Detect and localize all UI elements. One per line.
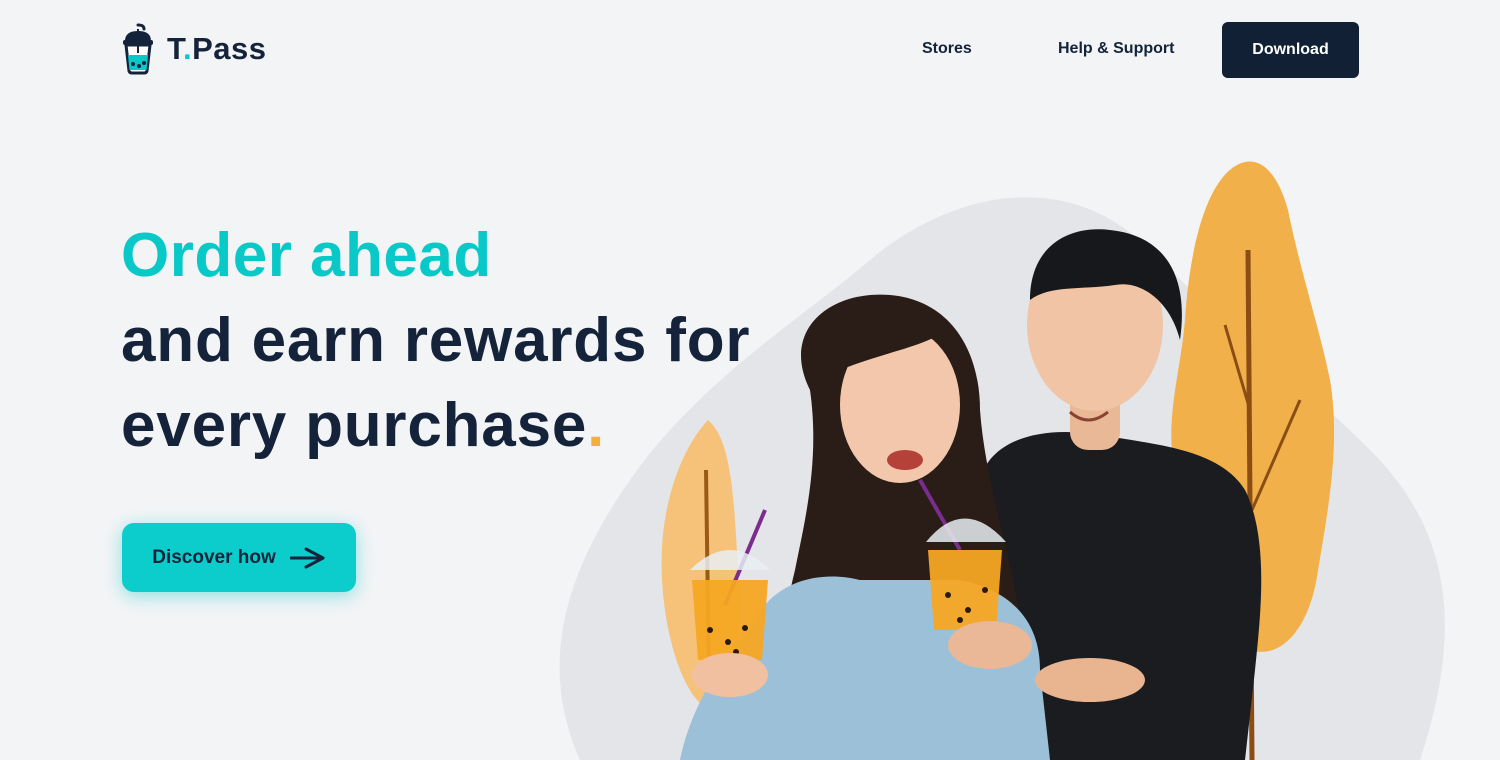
woman-hand: [692, 653, 768, 697]
headline-line-3-text: every purchase: [121, 391, 588, 460]
discover-how-button[interactable]: Discover how: [122, 523, 356, 592]
discover-how-label: Discover how: [152, 546, 276, 568]
download-button[interactable]: Download: [1222, 22, 1359, 78]
nav-stores-link[interactable]: Stores: [922, 40, 972, 58]
headline-line-3: every purchase.: [121, 390, 605, 461]
hero-illustration: [559, 161, 1445, 760]
bubble-tea-cup-icon: [123, 23, 153, 75]
headline-highlight: Order ahead: [121, 221, 492, 290]
man-hand: [948, 621, 1032, 669]
brand-name: T.Pass: [167, 31, 267, 66]
man-hand-pointing: [1035, 658, 1145, 702]
arrow-right-icon: [289, 547, 325, 568]
nav-help-support-link[interactable]: Help & Support: [1058, 40, 1174, 58]
brand-logo[interactable]: T.Pass: [121, 23, 267, 75]
